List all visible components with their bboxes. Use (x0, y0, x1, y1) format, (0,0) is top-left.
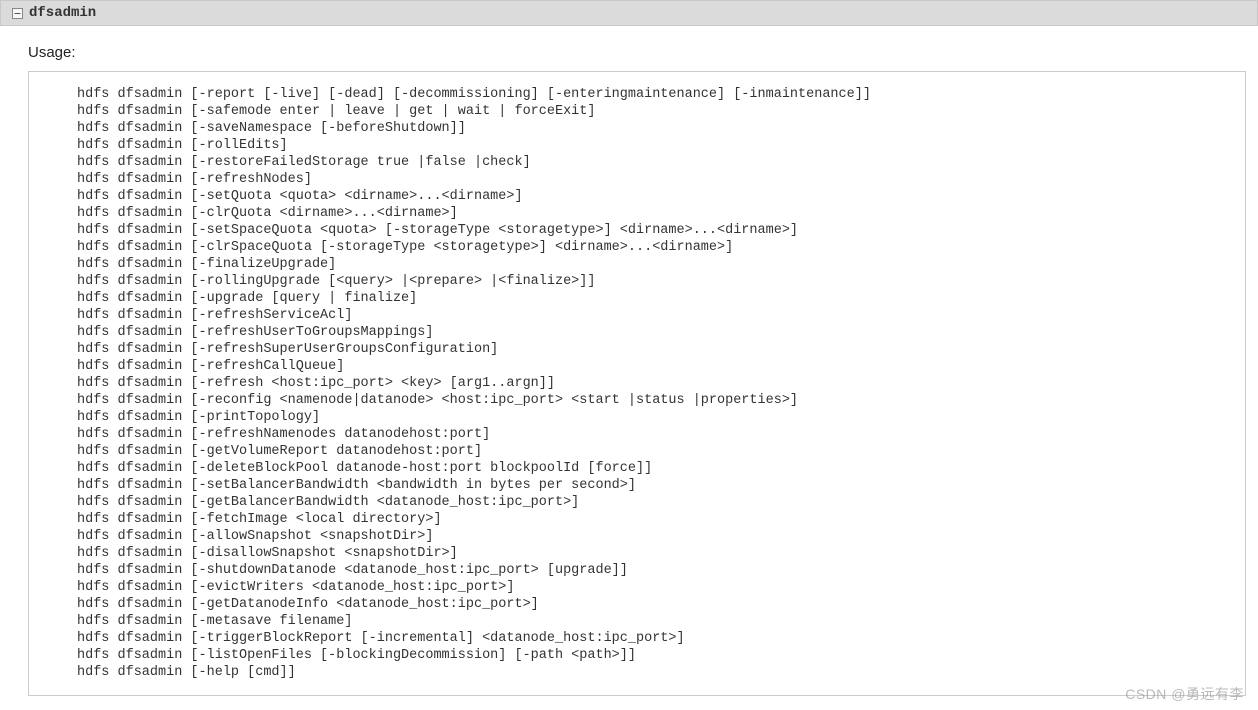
code-block: hdfs dfsadmin [-report [-live] [-dead] [… (28, 71, 1246, 696)
header-bar: dfsadmin (0, 0, 1258, 26)
watermark: CSDN @勇远有李 (1125, 684, 1244, 704)
usage-label: Usage: (0, 26, 1258, 71)
header-title: dfsadmin (29, 5, 96, 21)
toggle-icon[interactable] (11, 7, 23, 19)
